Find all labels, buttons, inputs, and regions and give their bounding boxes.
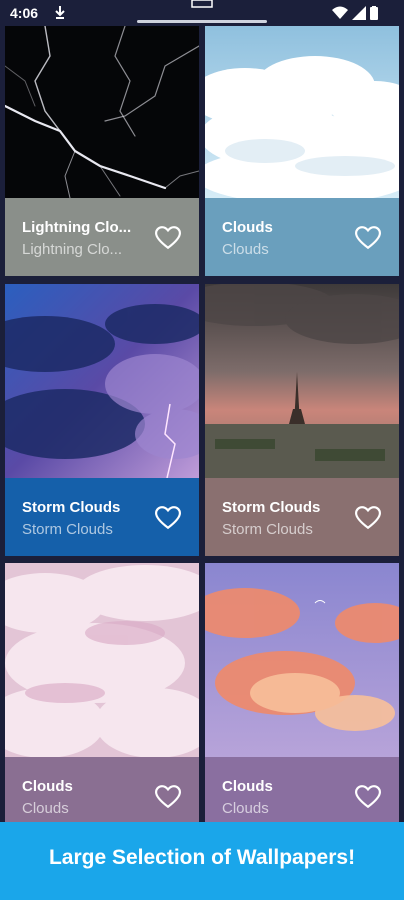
- wallpaper-card[interactable]: Storm Clouds Storm Clouds: [5, 284, 199, 556]
- favorite-heart-icon[interactable]: [355, 785, 381, 809]
- wallpaper-card[interactable]: Clouds Clouds: [205, 563, 399, 833]
- drag-handle: [137, 20, 267, 23]
- wallpaper-thumbnail[interactable]: [5, 284, 199, 478]
- card-footer: Storm Clouds Storm Clouds: [5, 478, 199, 556]
- card-footer: Storm Clouds Storm Clouds: [205, 478, 399, 556]
- card-title: Clouds: [222, 219, 273, 236]
- wifi-icon: [332, 6, 348, 19]
- favorite-heart-icon[interactable]: [155, 506, 181, 530]
- wallpaper-thumbnail[interactable]: [205, 26, 399, 198]
- card-footer: Clouds Clouds: [205, 198, 399, 276]
- favorite-heart-icon[interactable]: [355, 226, 381, 250]
- wallpaper-thumbnail[interactable]: [205, 284, 399, 478]
- card-subtitle: Lightning Clo...: [22, 241, 123, 258]
- card-title: Clouds: [222, 778, 273, 795]
- signal-icon: [352, 6, 366, 20]
- wallpaper-card[interactable]: Lightning Clo... Lightning Clo...: [5, 26, 199, 276]
- card-title: Lightning Clo...: [22, 219, 132, 236]
- wallpaper-card[interactable]: Clouds Clouds: [5, 563, 199, 833]
- download-icon: [55, 6, 65, 19]
- wallpaper-card[interactable]: Storm Clouds Storm Clouds: [205, 284, 399, 556]
- favorite-heart-icon[interactable]: [355, 506, 381, 530]
- status-bar: 4:06: [0, 0, 404, 26]
- favorite-heart-icon[interactable]: [155, 226, 181, 250]
- card-subtitle: Clouds: [22, 800, 69, 817]
- card-subtitle: Clouds: [222, 241, 269, 258]
- card-title: Clouds: [22, 778, 73, 795]
- wallpaper-thumbnail[interactable]: [205, 563, 399, 757]
- status-time: 4:06: [10, 5, 39, 21]
- status-indicators: [332, 6, 378, 20]
- promo-banner: Large Selection of Wallpapers!: [0, 822, 404, 900]
- wallpaper-thumbnail[interactable]: [5, 26, 199, 198]
- favorite-heart-icon[interactable]: [155, 785, 181, 809]
- card-footer: Lightning Clo... Lightning Clo...: [5, 198, 199, 276]
- card-subtitle: Clouds: [222, 800, 269, 817]
- wallpaper-grid: Lightning Clo... Lightning Clo... Clouds…: [0, 26, 404, 833]
- wallpaper-card[interactable]: Clouds Clouds: [205, 26, 399, 276]
- wallpaper-thumbnail[interactable]: [5, 563, 199, 757]
- notification-icon: [191, 0, 213, 8]
- battery-icon: [370, 6, 378, 20]
- card-title: Storm Clouds: [22, 499, 121, 516]
- card-title: Storm Clouds: [222, 499, 321, 516]
- card-subtitle: Storm Clouds: [22, 521, 113, 538]
- card-subtitle: Storm Clouds: [222, 521, 313, 538]
